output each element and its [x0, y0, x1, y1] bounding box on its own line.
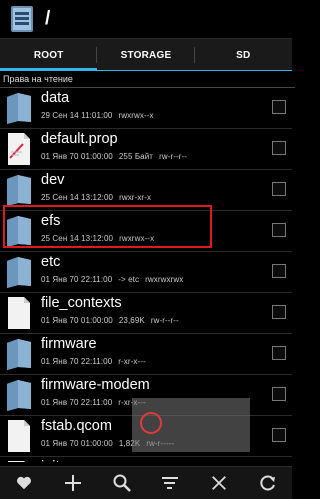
file-manager-app-icon[interactable]	[8, 4, 38, 34]
file-meta: 01 Янв 70 22:11:00 r-xr-x---	[41, 357, 152, 366]
file-name: firmware	[41, 336, 97, 352]
select-checkbox[interactable]	[272, 346, 286, 360]
file-perms: rwxr-xr-x	[119, 193, 152, 202]
file-meta: 29 Сен 14 11:01:00 rwxrwx--x	[41, 111, 160, 120]
file-name: file_contexts	[41, 295, 122, 311]
file-name: default.prop	[41, 131, 118, 147]
file-perms: rw-r--r--	[150, 316, 179, 325]
sort-icon[interactable]	[158, 471, 182, 495]
file-row-default.prop[interactable]: default.prop 01 Янв 70 01:00:00 255 Байт rw…	[0, 129, 292, 170]
select-checkbox[interactable]	[272, 141, 286, 155]
tab-sd[interactable]: SD	[195, 39, 292, 71]
search-icon[interactable]	[110, 471, 134, 495]
file-perms: r-xr-x---	[118, 357, 146, 366]
select-checkbox[interactable]	[272, 264, 286, 278]
close-icon[interactable]	[207, 471, 231, 495]
file-icon	[5, 419, 33, 453]
file-row-file_contexts[interactable]: file_contexts 01 Янв 70 01:00:00 23,69K rw-…	[0, 293, 292, 334]
select-checkbox[interactable]	[272, 182, 286, 196]
location-tabs: ROOT STORAGE SD	[0, 38, 292, 71]
file-meta: 25 Сен 14 13:12:00 rwxr-xr-x	[41, 193, 157, 202]
efs-highlight-box	[3, 205, 212, 248]
file-row-init[interactable]: init	[0, 457, 292, 462]
title-bar: /	[0, 0, 292, 38]
file-size: -> etc	[118, 275, 140, 284]
file-date: 01 Янв 70 22:11:00	[41, 398, 113, 407]
file-date: 25 Сен 14 13:12:00	[41, 193, 114, 202]
file-date: 01 Янв 70 22:11:00	[41, 357, 113, 366]
heart-icon[interactable]	[12, 471, 36, 495]
file-name: etc	[41, 254, 61, 270]
file-icon	[5, 296, 33, 330]
file-row-etc[interactable]: etc 01 Янв 70 22:11:00 -> etc rwxrwxrwx	[0, 252, 292, 293]
tab-root-label: ROOT	[33, 49, 64, 61]
file-name: dev	[41, 172, 65, 188]
file-row-firmware[interactable]: firmware 01 Янв 70 22:11:00 r-xr-x---	[0, 334, 292, 375]
select-checkbox[interactable]	[272, 100, 286, 114]
select-checkbox[interactable]	[272, 387, 286, 401]
folder-icon	[5, 255, 33, 289]
file-row-data[interactable]: data 29 Сен 14 11:01:00 rwxrwx--x	[0, 88, 292, 129]
file-meta: 01 Янв 70 22:11:00 -> etc rwxrwxrwx	[41, 275, 189, 284]
file-perms: rw-r--r--	[159, 152, 188, 161]
select-checkbox[interactable]	[272, 305, 286, 319]
folder-icon	[5, 91, 33, 125]
file-icon	[5, 460, 33, 462]
file-date: 29 Сен 14 11:01:00	[41, 111, 113, 120]
current-path: /	[45, 8, 51, 29]
tab-sd-label: SD	[236, 49, 251, 61]
tab-storage[interactable]: STORAGE	[97, 39, 195, 71]
permissions-status: Права на чтение	[0, 71, 295, 88]
tab-root[interactable]: ROOT	[0, 39, 98, 71]
file-perms: rwxrwx--x	[118, 111, 154, 120]
file-size: 255 Байт	[118, 152, 154, 161]
folder-icon	[5, 337, 33, 371]
select-checkbox[interactable]	[272, 428, 286, 442]
file-perms: rwxrwxrwx	[145, 275, 184, 284]
file-date: 01 Янв 70 01:00:00	[41, 439, 113, 448]
tab-storage-label: STORAGE	[120, 49, 172, 61]
file-meta: 01 Янв 70 01:00:00 23,69K rw-r--r--	[41, 316, 185, 325]
plus-icon[interactable]	[61, 471, 85, 495]
file-icon	[5, 132, 33, 166]
folder-icon	[5, 378, 33, 412]
file-name: data	[41, 90, 70, 106]
file-name: firmware-modem	[41, 377, 150, 393]
file-name: init	[41, 459, 60, 462]
select-checkbox[interactable]	[272, 223, 286, 237]
refresh-icon[interactable]	[256, 471, 280, 495]
bottom-toolbar	[0, 466, 292, 499]
file-meta: 01 Янв 70 01:00:00 255 Байт rw-r--r--	[41, 152, 193, 161]
watermark-logo	[140, 412, 162, 434]
file-date: 01 Янв 70 22:11:00	[41, 275, 113, 284]
file-size: 23,69K	[118, 316, 145, 325]
file-name: fstab.qcom	[41, 418, 112, 434]
file-date: 01 Янв 70 01:00:00	[41, 152, 113, 161]
folder-icon	[5, 173, 33, 207]
file-date: 01 Янв 70 01:00:00	[41, 316, 113, 325]
